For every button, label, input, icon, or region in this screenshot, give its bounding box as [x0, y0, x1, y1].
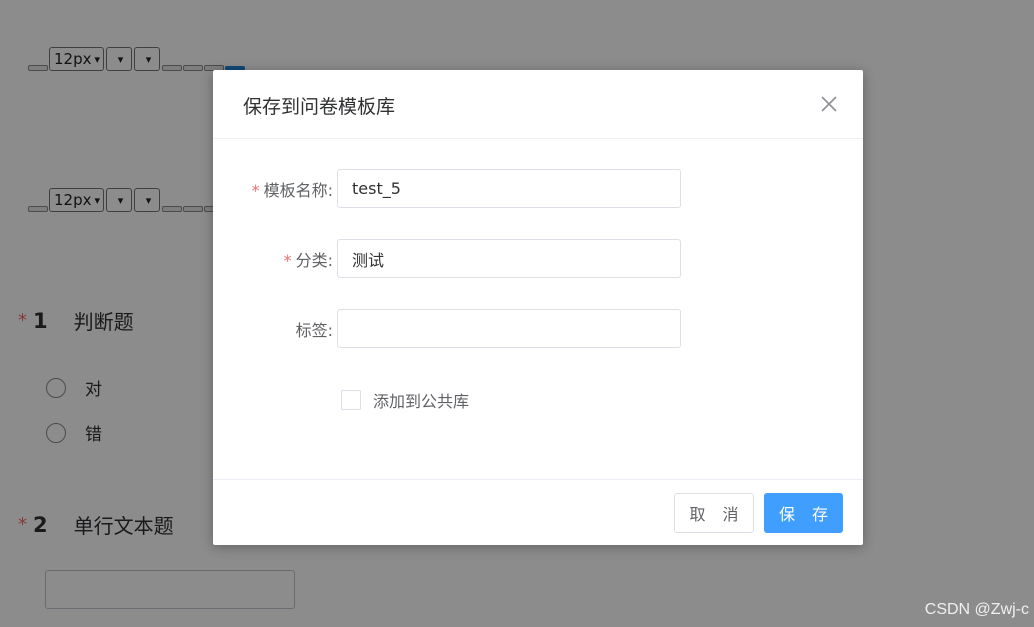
cancel-button[interactable]: 取 消 — [674, 493, 754, 533]
label-text: 模板名称: — [263, 180, 333, 200]
public-library-checkbox[interactable] — [341, 390, 361, 410]
category-label: * 分类: — [213, 247, 337, 271]
public-library-label: 添加到公共库 — [373, 392, 470, 411]
dialog-title: 保存到问卷模板库 — [243, 96, 396, 118]
save-button[interactable]: 保 存 — [764, 493, 843, 533]
category-row: * 分类: — [213, 239, 681, 278]
category-input[interactable] — [337, 239, 681, 278]
required-mark: * — [283, 250, 292, 270]
template-name-label: * 模板名称: — [213, 177, 337, 201]
tags-input[interactable] — [337, 309, 681, 348]
public-library-checkbox-row[interactable]: 添加到公共库 — [341, 388, 469, 412]
close-icon[interactable] — [819, 94, 839, 114]
tags-row: 标签: — [213, 309, 681, 348]
tags-label: 标签: — [213, 317, 337, 341]
label-text: 分类: — [295, 250, 333, 270]
required-mark: * — [251, 180, 260, 200]
template-name-input[interactable] — [337, 169, 681, 208]
dialog-footer: 取 消 保 存 — [213, 479, 863, 545]
label-text: 标签: — [295, 320, 333, 340]
dialog-header: 保存到问卷模板库 — [213, 70, 863, 139]
save-template-dialog: 保存到问卷模板库 *模板名称: *分类: 标签: 添加到公共库 取 消 保 存 — [213, 70, 863, 545]
template-name-row: * 模板名称: — [213, 169, 681, 208]
watermark: CSDN @Zwj-c — [924, 601, 1029, 618]
